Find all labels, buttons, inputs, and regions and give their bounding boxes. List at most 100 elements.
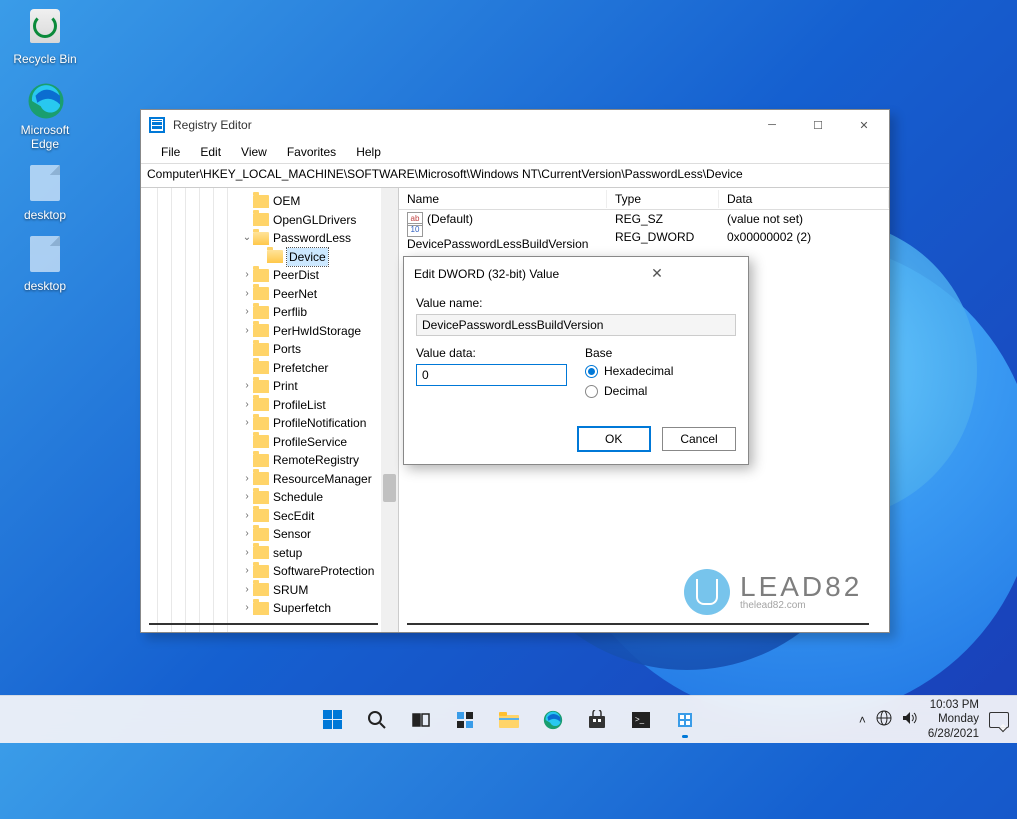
taskbar-store[interactable]: [576, 700, 618, 740]
tree-item[interactable]: ›PerHwIdStorage: [241, 322, 398, 341]
minimize-button[interactable]: ─: [749, 110, 795, 140]
tree-item-label: Device: [287, 248, 328, 267]
folder-icon: [253, 546, 269, 559]
menu-help[interactable]: Help: [346, 143, 391, 161]
tree-item-label: Print: [273, 377, 298, 396]
tree-item[interactable]: ›ProfileNotification: [241, 414, 398, 433]
desktop-icon-textfile-1[interactable]: desktop: [8, 165, 82, 222]
taskbar-clock[interactable]: 10:03 PM Monday 6/28/2021: [928, 698, 979, 741]
chevron-right-icon[interactable]: ›: [241, 562, 253, 581]
chevron-right-icon[interactable]: ›: [241, 470, 253, 489]
col-header-name[interactable]: Name: [399, 190, 607, 208]
chevron-right-icon[interactable]: ›: [241, 266, 253, 285]
tree-item-label: ResourceManager: [273, 470, 372, 489]
cancel-button[interactable]: Cancel: [662, 427, 736, 451]
tree-item[interactable]: › ResourceManager: [241, 470, 398, 489]
menu-file[interactable]: File: [151, 143, 190, 161]
taskbar-terminal[interactable]: >_: [620, 700, 662, 740]
menu-view[interactable]: View: [231, 143, 277, 161]
tree-item[interactable]: › Sensor: [241, 525, 398, 544]
tree-item[interactable]: › Print: [241, 377, 398, 396]
folder-icon: [253, 509, 269, 522]
tree-item[interactable]: ›SecEdit: [241, 507, 398, 526]
value-data-input[interactable]: [416, 364, 567, 386]
tree-item[interactable]: Prefetcher: [241, 359, 398, 378]
taskbar-search[interactable]: [356, 700, 398, 740]
tree-item[interactable]: OEM: [241, 192, 398, 211]
address-bar[interactable]: Computer\HKEY_LOCAL_MACHINE\SOFTWARE\Mic…: [141, 164, 889, 188]
tree-item[interactable]: Device: [241, 248, 398, 267]
tree-item-label: SRUM: [273, 581, 308, 600]
tree-item[interactable]: ›Schedule: [241, 488, 398, 507]
chevron-right-icon[interactable]: ›: [241, 581, 253, 600]
chevron-down-icon[interactable]: ⌄: [241, 229, 253, 248]
menu-favorites[interactable]: Favorites: [277, 143, 346, 161]
tree-item[interactable]: ProfileService: [241, 433, 398, 452]
titlebar[interactable]: Registry Editor ─ ☐ ✕: [141, 110, 889, 140]
tree-item-label: Sensor: [273, 525, 311, 544]
tray-network-icon[interactable]: [876, 710, 892, 729]
desktop-icon-recycle-bin[interactable]: Recycle Bin: [8, 9, 82, 66]
tree-item[interactable]: ›ProfileList: [241, 396, 398, 415]
ok-button[interactable]: OK: [577, 426, 651, 452]
tree-pane[interactable]: OEMOpenGLDrivers⌄PasswordLessDevice›Peer…: [141, 188, 399, 632]
taskbar-explorer[interactable]: [488, 700, 530, 740]
chevron-right-icon[interactable]: ›: [241, 285, 253, 304]
tree-item[interactable]: ›setup: [241, 544, 398, 563]
tree-item[interactable]: ›SoftwareProtection: [241, 562, 398, 581]
desktop-icon-edge[interactable]: Microsoft Edge: [8, 80, 82, 151]
folder-icon: [253, 306, 269, 319]
chevron-right-icon[interactable]: ›: [241, 544, 253, 563]
col-header-data[interactable]: Data: [719, 190, 889, 208]
tray-volume-icon[interactable]: [902, 711, 918, 728]
chevron-right-icon[interactable]: ›: [241, 322, 253, 341]
taskbar-regedit[interactable]: [664, 700, 706, 740]
tree-item-label: PeerDist: [273, 266, 319, 285]
chevron-right-icon[interactable]: ›: [241, 377, 253, 396]
tree-item[interactable]: ⌄PasswordLess: [241, 229, 398, 248]
tree-item[interactable]: › PeerDist: [241, 266, 398, 285]
tree-scrollbar-horizontal[interactable]: [149, 622, 378, 626]
desktop-icon-textfile-2[interactable]: desktop: [8, 236, 82, 293]
folder-icon: [253, 583, 269, 596]
maximize-button[interactable]: ☐: [795, 110, 841, 140]
tree-item[interactable]: ›PeerNet: [241, 285, 398, 304]
list-row[interactable]: 10DevicePasswordLessBuildVersionREG_DWOR…: [399, 228, 889, 246]
radio-hexadecimal[interactable]: Hexadecimal: [585, 364, 736, 378]
tree-item-label: ProfileService: [273, 433, 347, 452]
chevron-right-icon[interactable]: ›: [241, 414, 253, 433]
list-scrollbar-horizontal[interactable]: [407, 622, 869, 626]
close-button[interactable]: ✕: [841, 110, 887, 140]
chevron-right-icon[interactable]: ›: [241, 488, 253, 507]
taskbar-widgets[interactable]: [444, 700, 486, 740]
folder-icon: [253, 528, 269, 541]
radio-decimal[interactable]: Decimal: [585, 384, 736, 398]
tree-item[interactable]: ›Perflib: [241, 303, 398, 322]
chevron-right-icon[interactable]: ›: [241, 396, 253, 415]
value-name-field: DevicePasswordLessBuildVersion: [416, 314, 736, 336]
tree-item[interactable]: RemoteRegistry: [241, 451, 398, 470]
tree-scrollbar-vertical[interactable]: [381, 188, 398, 632]
tree-item[interactable]: OpenGLDrivers: [241, 211, 398, 230]
taskbar-taskview[interactable]: [400, 700, 442, 740]
tray-chevron-up-icon[interactable]: ˄: [859, 713, 866, 727]
start-button[interactable]: [312, 700, 354, 740]
tree-item-label: RemoteRegistry: [273, 451, 359, 470]
folder-icon: [267, 250, 283, 263]
tree-item-label: Prefetcher: [273, 359, 328, 378]
col-header-type[interactable]: Type: [607, 190, 719, 208]
tree-item[interactable]: › SRUM: [241, 581, 398, 600]
value-data-label: Value data:: [416, 346, 567, 360]
chevron-right-icon[interactable]: ›: [241, 525, 253, 544]
notifications-icon[interactable]: [989, 712, 1009, 728]
dialog-close-button[interactable]: ✕: [576, 265, 738, 282]
chevron-right-icon[interactable]: ›: [241, 303, 253, 322]
chevron-right-icon[interactable]: ›: [241, 507, 253, 526]
menu-edit[interactable]: Edit: [190, 143, 231, 161]
chevron-right-icon[interactable]: ›: [241, 599, 253, 618]
tree-item-label: Ports: [273, 340, 301, 359]
taskbar-edge[interactable]: [532, 700, 574, 740]
tree-item[interactable]: Ports: [241, 340, 398, 359]
tree-item[interactable]: ›Superfetch: [241, 599, 398, 618]
desktop-icon-label: desktop: [8, 208, 82, 222]
